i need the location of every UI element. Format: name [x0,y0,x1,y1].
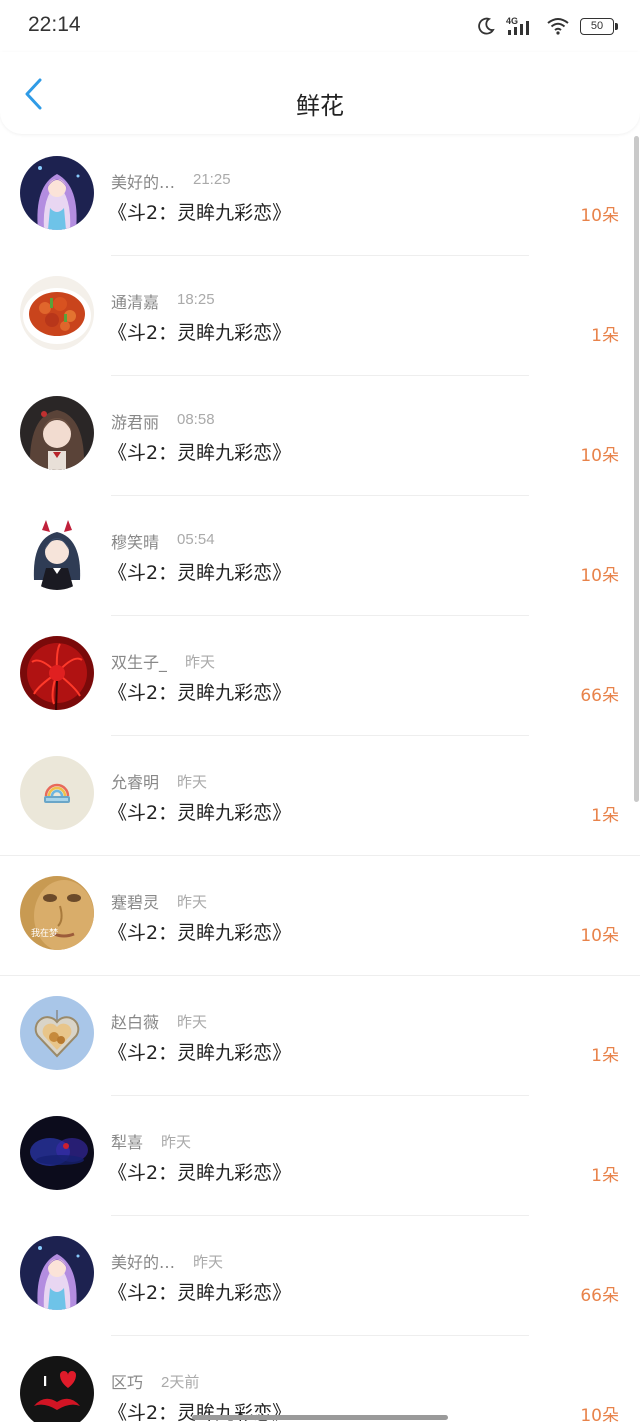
avatar[interactable] [20,1236,94,1310]
send-time: 2天前 [161,1374,200,1391]
flower-list: 美好的… 21:25 《斗2：灵眸九彩恋》 10朵 通清嘉 18:25 《斗2：灵眸九彩恋》… [0,136,640,1422]
sender-name[interactable]: 穆笑晴 [111,529,159,553]
svg-text:4G: 4G [506,16,518,26]
rainbow-image [20,756,94,830]
page-title: 鲜花 [296,92,344,120]
anime-girl-blue-hair-image [20,156,94,230]
sender-name[interactable]: 赵白薇 [111,1009,159,1033]
list-item[interactable]: 允睿明 昨天《斗2：灵眸九彩恋》 1朵 [0,736,640,856]
book-title[interactable]: 《斗2：灵眸九彩恋》 [108,558,291,585]
flower-count: 10朵 [580,206,619,226]
list-item[interactable]: 美好的… 21:25 《斗2：灵眸九彩恋》 10朵 [0,136,640,256]
send-time: 05:54 [177,531,215,548]
avatar[interactable] [20,1116,94,1190]
sender-name[interactable]: 区巧 [111,1369,143,1393]
book-title[interactable]: 《斗2：灵眸九彩恋》 [108,918,291,945]
home-indicator[interactable] [192,1415,448,1420]
list-item[interactable]: 赵白薇 昨天《斗2：灵眸九彩恋》 1朵 [0,976,640,1096]
book-title[interactable]: 《斗2：灵眸九彩恋》 [108,318,291,345]
avatar[interactable] [20,276,94,350]
send-time: 昨天 [161,1134,192,1151]
avatar[interactable] [20,156,94,230]
status-bar: 22:14 4G 50 [0,0,640,52]
book-title[interactable]: 《斗2：灵眸九彩恋》 [108,678,291,705]
book-title[interactable]: 《斗2：灵眸九彩恋》 [108,438,291,465]
flower-count: 10朵 [580,566,619,586]
i-love-mustache-image: I [20,1356,94,1422]
book-title[interactable]: 《斗2：灵眸九彩恋》 [108,1278,291,1305]
avatar[interactable]: I [20,1356,94,1422]
status-icons: 4G 50 [466,14,618,38]
send-time: 昨天 [177,1014,208,1031]
avatar-caption: 我在梦 [31,927,58,939]
send-time: 昨天 [177,894,208,911]
list-item[interactable]: 穆笑晴 05:54 《斗2：灵眸九彩恋》 10朵 [0,496,640,616]
send-time: 21:25 [193,171,231,188]
sender-name[interactable]: 允睿明 [111,769,159,793]
flower-count: 66朵 [580,1286,619,1306]
list-item[interactable]: 犁喜 昨天《斗2：灵眸九彩恋》 1朵 [0,1096,640,1216]
sender-name[interactable]: 美好的… [111,1249,175,1273]
sender-name[interactable]: 游君丽 [111,409,159,433]
flower-count: 1朵 [591,1046,619,1066]
send-time: 18:25 [177,291,215,308]
avatar[interactable] [20,396,94,470]
flower-count: 1朵 [591,1166,619,1186]
header: 鲜花 [0,52,640,134]
avatar[interactable] [20,636,94,710]
avatar-caption: I [43,1373,47,1390]
flower-count: 10朵 [580,1406,619,1422]
anime-girl-horns-image [20,516,94,590]
avatar[interactable] [20,516,94,590]
anime-girl-blue-hair-image [20,1236,94,1310]
send-time: 昨天 [185,654,216,671]
flower-count: 66朵 [580,686,619,706]
flower-count: 10朵 [580,926,619,946]
book-title[interactable]: 《斗2：灵眸九彩恋》 [108,1158,291,1185]
anime-girl-dark-image [20,396,94,470]
scrollbar[interactable] [634,136,639,802]
send-time: 08:58 [177,411,215,428]
book-title[interactable]: 《斗2：灵眸九彩恋》 [108,1038,291,1065]
list-item[interactable]: 我在梦 蹇碧灵 昨天《斗2：灵眸九彩恋》 10朵 [0,856,640,976]
sender-name[interactable]: 美好的… [111,169,175,193]
battery-icon: 50 [580,17,618,35]
heart-pendant-image [20,996,94,1070]
dark-blue-image [20,1116,94,1190]
flower-count: 1朵 [591,326,619,346]
wifi-icon [547,18,569,35]
sender-name[interactable]: 犁喜 [111,1129,143,1153]
avatar[interactable] [20,756,94,830]
face-closeup-image: 我在梦 [20,876,94,950]
sender-name[interactable]: 双生子_ [111,649,167,673]
sender-name[interactable]: 蹇碧灵 [111,889,159,913]
send-time: 昨天 [177,774,208,791]
flower-count: 10朵 [580,446,619,466]
list-item[interactable]: 游君丽 08:58 《斗2：灵眸九彩恋》 10朵 [0,376,640,496]
status-time: 22:14 [28,13,81,36]
send-time: 昨天 [193,1254,224,1271]
list-item[interactable]: 美好的… 昨天《斗2：灵眸九彩恋》 66朵 [0,1216,640,1336]
sender-name[interactable]: 通清嘉 [111,289,159,313]
list-item[interactable]: 通清嘉 18:25 《斗2：灵眸九彩恋》 1朵 [0,256,640,376]
food-plate-image [20,276,94,350]
moon-icon [478,17,495,35]
avatar[interactable]: 我在梦 [20,876,94,950]
red-spider-lily-image [20,636,94,710]
list-item[interactable]: 双生子_ 昨天《斗2：灵眸九彩恋》 66朵 [0,616,640,736]
avatar[interactable] [20,996,94,1070]
list-item[interactable]: I 区巧 2天前 《斗2：灵眸九彩恋》 10朵 [0,1336,640,1422]
book-title[interactable]: 《斗2：灵眸九彩恋》 [108,198,291,225]
book-title[interactable]: 《斗2：灵眸九彩恋》 [108,798,291,825]
battery-level: 50 [590,20,604,32]
cellular-signal-icon: 4G [506,16,529,35]
flower-count: 1朵 [591,806,619,826]
